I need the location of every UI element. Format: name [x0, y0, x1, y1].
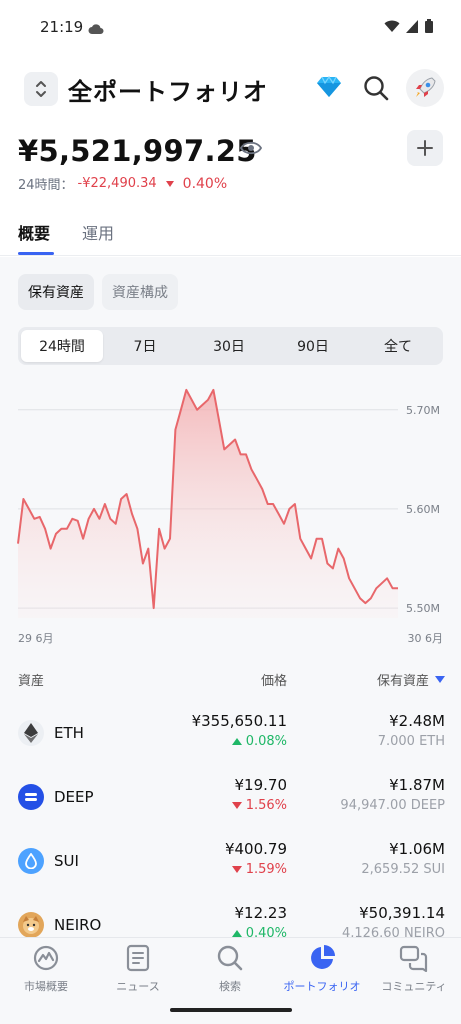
y-tick-label: 5.60M: [406, 503, 440, 516]
asset-change: 1.59%: [231, 862, 287, 877]
signal-icon: [406, 19, 418, 33]
tab-bar: 概要 運用: [0, 218, 461, 256]
nav-search-label: 検索: [219, 980, 241, 993]
header-price: 価格: [260, 674, 287, 689]
range-90d[interactable]: 90日: [272, 330, 354, 362]
portfolio-icon: [311, 945, 335, 969]
asset-symbol: ETH: [54, 724, 84, 742]
nav-community-label: コミュニティ: [381, 980, 447, 993]
market-icon: [33, 945, 59, 971]
asset-row-eth[interactable]: ETH ¥355,650.11 0.08% ¥2.48M 7.000 ETH: [0, 712, 461, 776]
asset-change: 1.56%: [231, 798, 287, 813]
asset-price: ¥19.70: [234, 776, 288, 794]
search-icon: [217, 945, 243, 971]
nav-market[interactable]: 市場概要: [0, 944, 92, 1000]
search-icon[interactable]: [362, 74, 390, 106]
system-icons: [384, 19, 433, 33]
asset-holding-qty: 2,659.52 SUI: [361, 862, 445, 877]
nav-market-label: 市場概要: [24, 980, 68, 993]
sui-icon: [18, 848, 44, 874]
portfolio-header: 全ポートフォリオ: [0, 68, 461, 112]
chevron-up-down-icon: [36, 81, 46, 97]
asset-holding-qty: 94,947.00 DEEP: [340, 798, 445, 813]
caret-up-icon: [231, 930, 242, 937]
caret-down-icon: [231, 866, 242, 873]
view-segment: 保有資産 資産構成: [18, 274, 178, 310]
caret-up-icon: [231, 738, 242, 745]
home-indicator: [170, 1008, 292, 1012]
tab-indicator: [18, 252, 54, 255]
y-tick-label: 5.50M: [406, 602, 440, 615]
deep-icon: [18, 784, 44, 810]
range-24h[interactable]: 24時間: [21, 330, 103, 362]
asset-holding-qty: 7.000 ETH: [377, 734, 445, 749]
portfolio-switcher-button[interactable]: [24, 72, 58, 106]
caret-down-icon: [231, 802, 242, 809]
asset-holding-value: ¥1.87M: [389, 776, 445, 794]
header-holding: 保有資産: [376, 674, 429, 689]
plus-icon: [417, 140, 433, 156]
asset-symbol: NEIRO: [54, 916, 102, 934]
add-button[interactable]: [407, 130, 443, 166]
tab-overview[interactable]: 概要: [18, 220, 50, 244]
status-time: 21:19: [40, 18, 84, 36]
rocket-icon: [416, 77, 436, 97]
page-title: 全ポートフォリオ: [68, 78, 268, 106]
avatar[interactable]: [406, 69, 444, 107]
asset-symbol: SUI: [54, 852, 79, 870]
nav-portfolio-label: ポートフォリオ: [283, 980, 361, 993]
chart-svg: 5.70M 5.60M 5.50M: [17, 388, 440, 618]
segment-holdings[interactable]: 保有資産: [18, 274, 94, 310]
community-icon: [399, 945, 428, 972]
asset-holding-value: ¥1.06M: [389, 840, 445, 858]
asset-price: ¥12.23: [234, 904, 288, 922]
asset-change: 0.08%: [231, 734, 287, 749]
nav-news[interactable]: ニュース: [92, 944, 184, 1000]
battery-icon: [425, 19, 433, 33]
change-percent: 0.40%: [182, 175, 228, 192]
nav-news-label: ニュース: [116, 980, 160, 993]
asset-holding-value: ¥50,391.14: [359, 904, 445, 922]
range-all[interactable]: 全て: [356, 330, 440, 362]
asset-row-deep[interactable]: DEEP ¥19.70 1.56% ¥1.87M 94,947.00 DEEP: [0, 776, 461, 840]
asset-symbol: DEEP: [54, 788, 94, 806]
tab-operations[interactable]: 運用: [82, 220, 114, 244]
nav-portfolio[interactable]: ポートフォリオ: [276, 944, 368, 1000]
cloud-icon: [88, 20, 104, 39]
asset-list-header: 資産 価格 保有資産: [0, 670, 461, 690]
range-30d[interactable]: 30日: [188, 330, 270, 362]
change-label: 24時間：: [18, 178, 74, 193]
ethereum-icon: [18, 720, 44, 746]
neiro-icon: [18, 912, 44, 938]
asset-row-sui[interactable]: SUI ¥400.79 1.59% ¥1.06M 2,659.52 SUI: [0, 840, 461, 904]
header-holding-sort[interactable]: 保有資産: [377, 670, 445, 689]
news-icon: [126, 944, 150, 972]
status-bar: 21:19: [0, 0, 461, 56]
total-balance: ¥5,521,997.25: [18, 134, 257, 168]
asset-change-value: 0.08%: [245, 734, 287, 749]
balance-change: 24時間： -¥22,490.34 0.40%: [18, 174, 228, 194]
nav-search[interactable]: 検索: [184, 944, 276, 1000]
wifi-icon: [384, 20, 400, 32]
asset-price: ¥400.79: [224, 840, 287, 858]
asset-change-value: 1.56%: [245, 798, 287, 813]
caret-down-icon: [165, 180, 174, 187]
chart-area: [18, 389, 398, 618]
asset-price: ¥355,650.11: [191, 712, 287, 730]
premium-diamond-icon[interactable]: [316, 75, 342, 102]
eye-icon[interactable]: [239, 140, 263, 160]
range-7d[interactable]: 7日: [104, 330, 186, 362]
sort-down-icon: [435, 676, 445, 683]
nav-community[interactable]: コミュニティ: [368, 944, 460, 1000]
change-amount: -¥22,490.34: [77, 176, 157, 191]
x-axis-end-label: 30 6月: [407, 632, 444, 645]
portfolio-chart: 5.70M 5.60M 5.50M 29 6月 30 6月: [0, 380, 461, 650]
asset-change-value: 1.59%: [245, 862, 287, 877]
x-axis-start-label: 29 6月: [18, 632, 54, 645]
segment-allocation[interactable]: 資産構成: [102, 274, 178, 310]
time-range-selector: 24時間 7日 30日 90日 全て: [18, 327, 443, 365]
asset-holding-value: ¥2.48M: [389, 712, 445, 730]
y-tick-label: 5.70M: [406, 404, 440, 417]
header-asset: 資産: [18, 674, 45, 689]
